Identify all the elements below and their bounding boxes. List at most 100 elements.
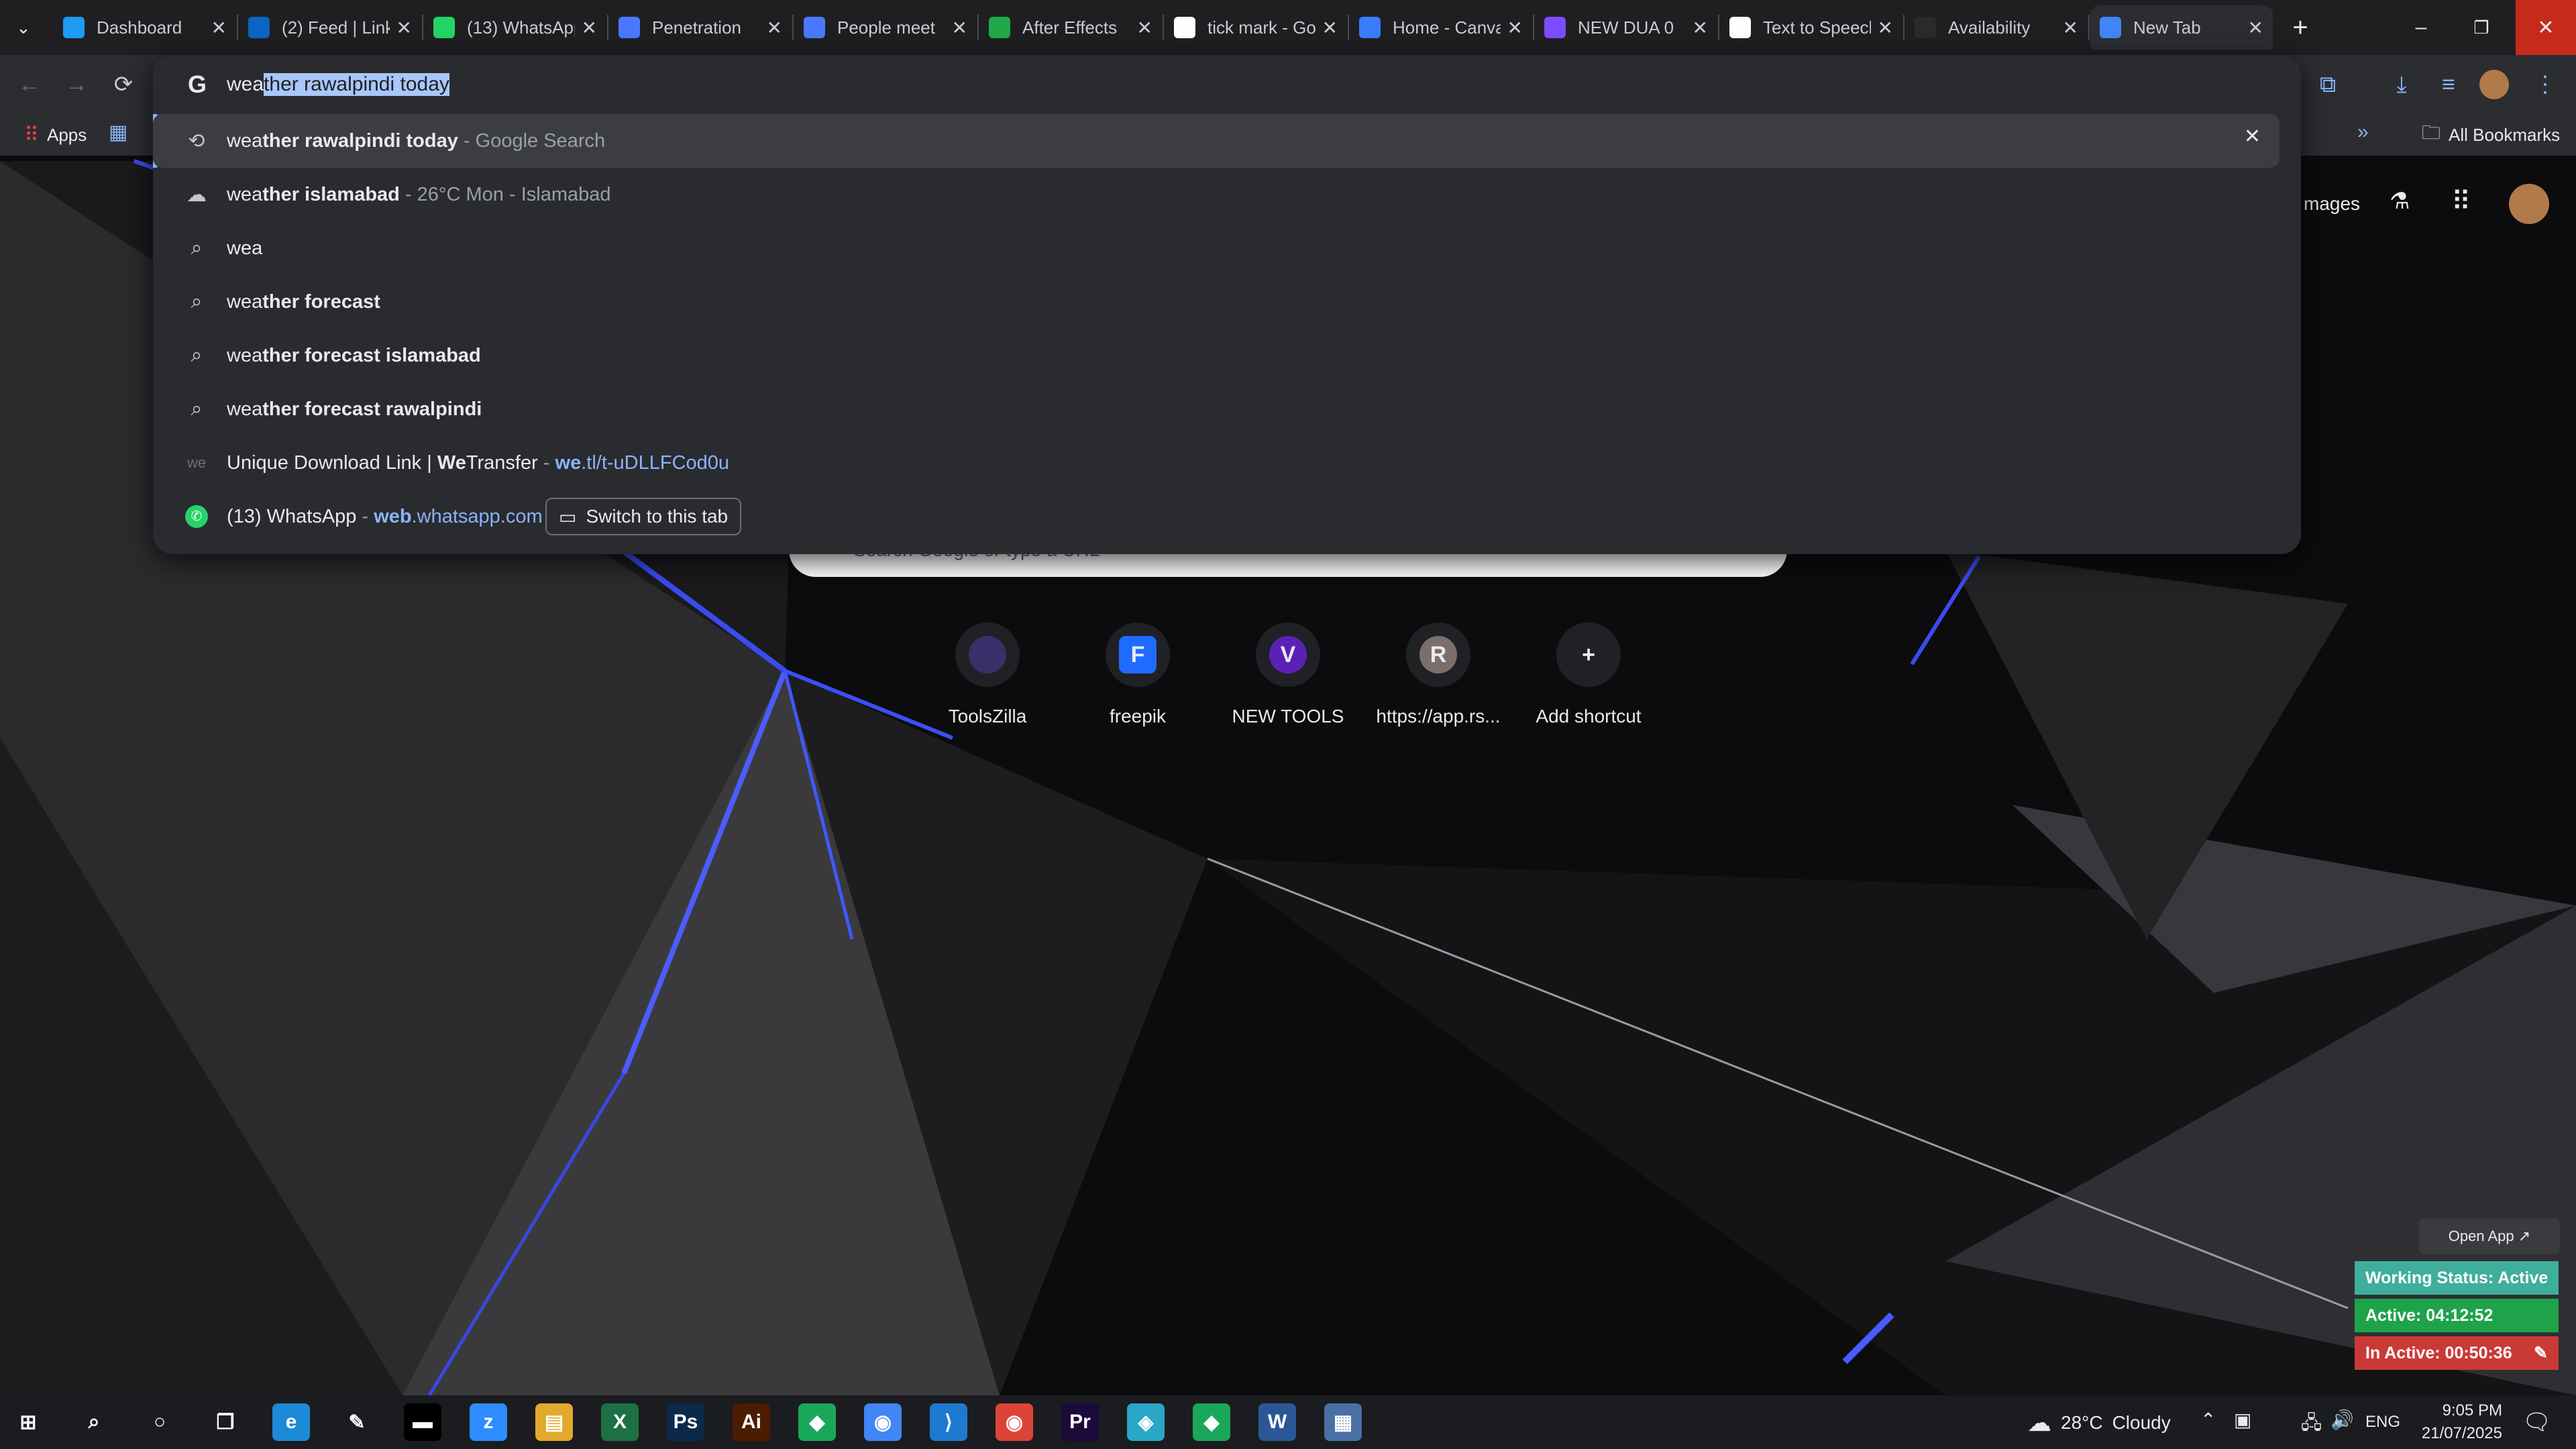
- shortcut-4[interactable]: + Add shortcut: [1521, 623, 1656, 727]
- forms-icon: [804, 17, 825, 38]
- pen-icon[interactable]: ✎: [338, 1403, 376, 1441]
- close-tab-icon[interactable]: ✕: [952, 17, 967, 39]
- search-icon[interactable]: ⌕: [75, 1403, 113, 1441]
- volume-icon[interactable]: 🔊: [2330, 1409, 2354, 1431]
- edge-icon[interactable]: e: [272, 1403, 310, 1441]
- close-window-button[interactable]: ✕: [2516, 0, 2576, 55]
- shortcut-2[interactable]: V NEW TOOLS: [1221, 623, 1355, 727]
- terminal-icon[interactable]: ▬: [404, 1403, 441, 1441]
- word-icon[interactable]: W: [1258, 1403, 1296, 1441]
- tab-6[interactable]: tick mark - Google ✕: [1165, 5, 1347, 50]
- close-tab-icon[interactable]: ✕: [582, 17, 597, 39]
- tab-1[interactable]: (2) Feed | LinkedIn ✕: [239, 5, 421, 50]
- close-tab-icon[interactable]: ✕: [2063, 17, 2078, 39]
- illustrator-icon[interactable]: Ai: [733, 1403, 770, 1441]
- tab-10[interactable]: Availability ✕: [1905, 5, 2088, 50]
- cortana-icon[interactable]: ○: [141, 1403, 178, 1441]
- vscode-icon[interactable]: ⟩: [930, 1403, 967, 1441]
- shortcut-0[interactable]: ToolsZilla: [920, 623, 1055, 727]
- close-tab-icon[interactable]: ✕: [1693, 17, 1708, 39]
- tab-3[interactable]: Penetration ✕: [609, 5, 792, 50]
- suggestion-whatsapp[interactable]: ✆ (13) WhatsApp - web.whatsapp.com: [153, 490, 2301, 543]
- tab-11[interactable]: New Tab ✕: [2090, 5, 2273, 50]
- reading-list-icon[interactable]: ≡: [2432, 68, 2465, 101]
- tab-title: Text to Speech: [1763, 17, 1871, 38]
- restore-button[interactable]: ❐: [2451, 0, 2512, 55]
- new-tab-button[interactable]: +: [2270, 0, 2330, 55]
- extensions-icon[interactable]: ⧉: [2312, 68, 2344, 101]
- filmora2-icon[interactable]: ◆: [1193, 1403, 1230, 1441]
- clock[interactable]: 9:05 PM 21/07/2025: [2415, 1399, 2502, 1445]
- calculator-icon[interactable]: ▦: [1324, 1403, 1362, 1441]
- close-tab-icon[interactable]: ✕: [2248, 17, 2263, 39]
- close-tab-icon[interactable]: ✕: [1507, 17, 1523, 39]
- downloads-icon[interactable]: ⤓: [2385, 68, 2418, 101]
- close-tab-icon[interactable]: ✕: [1137, 17, 1152, 39]
- edit-icon[interactable]: ✎: [2534, 1343, 2548, 1363]
- all-bookmarks[interactable]: 🗀 All Bookmarks: [2422, 121, 2560, 149]
- forward-button[interactable]: →: [60, 68, 93, 101]
- omnibox-text[interactable]: wea ther rawalpindi today: [227, 70, 449, 99]
- suggestion-0[interactable]: ⟲ weather rawalpindi today - Google Searc…: [153, 114, 2279, 168]
- tab-8[interactable]: NEW DUA 0 ✕: [1535, 5, 1717, 50]
- suggestion-1[interactable]: ☁ weather islamabad - 26°C Mon - Islamaba…: [153, 168, 2301, 221]
- bookmarks-overflow-icon[interactable]: »: [2357, 121, 2369, 144]
- suggestion-4[interactable]: ⌕ weather forecast islamabad: [153, 329, 2301, 382]
- tab-5[interactable]: After Effects ✕: [979, 5, 1162, 50]
- app-icon[interactable]: ◈: [1127, 1403, 1165, 1441]
- minimize-button[interactable]: –: [2391, 0, 2451, 55]
- show-hidden-icons[interactable]: ⌃: [2200, 1409, 2216, 1431]
- images-link[interactable]: mages: [2304, 193, 2360, 215]
- windows-start-icon[interactable]: ⊞: [9, 1403, 47, 1441]
- zoom-icon[interactable]: z: [470, 1403, 507, 1441]
- filmora-icon[interactable]: ◆: [798, 1403, 836, 1441]
- photoshop-icon[interactable]: Ps: [667, 1403, 704, 1441]
- weather-widget[interactable]: ☁ 28°C Cloudy: [2027, 1409, 2171, 1437]
- close-tab-icon[interactable]: ✕: [211, 17, 227, 39]
- google-apps-icon[interactable]: ⠿: [2451, 186, 2471, 217]
- tab-groups-icon[interactable]: ▦: [109, 121, 127, 144]
- suggestion-3[interactable]: ⌕ weather forecast: [153, 275, 2301, 329]
- chrome-icon[interactable]: ◉: [864, 1403, 902, 1441]
- chrome-active-icon[interactable]: ◉: [996, 1403, 1033, 1441]
- meet-icon[interactable]: ▣: [2234, 1409, 2251, 1431]
- suggestion-wetransfer[interactable]: we Unique Download Link | WeTransfer - w…: [153, 436, 2301, 490]
- premiere-icon[interactable]: Pr: [1061, 1403, 1099, 1441]
- tab-4[interactable]: People meet ✕: [794, 5, 977, 50]
- omnibox-input[interactable]: G wea ther rawalpindi today: [153, 55, 2301, 114]
- tab-2[interactable]: (13) WhatsApp ✕: [424, 5, 606, 50]
- tab-9[interactable]: Text to Speech ✕: [1720, 5, 1902, 50]
- shortcut-1[interactable]: Ffreepik: [1071, 623, 1205, 727]
- excel-icon[interactable]: X: [601, 1403, 639, 1441]
- close-tab-icon[interactable]: ✕: [767, 17, 782, 39]
- close-tab-icon[interactable]: ✕: [1878, 17, 1893, 39]
- shortcut-3[interactable]: Rhttps://app.rs...: [1371, 623, 1505, 727]
- shortcut-label: Add shortcut: [1536, 706, 1642, 727]
- circle-icon: [1915, 17, 1936, 38]
- close-tab-icon[interactable]: ✕: [396, 17, 412, 39]
- file-explorer-icon[interactable]: ▤: [535, 1403, 573, 1441]
- network-icon[interactable]: 🖧: [2301, 1409, 2322, 1441]
- tab-0[interactable]: Dashboard ✕: [54, 5, 236, 50]
- open-app-button[interactable]: Open App ↗: [2419, 1218, 2560, 1254]
- tab-search-menu[interactable]: ⌄: [7, 5, 47, 50]
- language-indicator[interactable]: ENG: [2365, 1413, 2400, 1432]
- shortcut-icon: +: [1556, 623, 1621, 687]
- suggestion-2[interactable]: ⌕ wea: [153, 221, 2301, 275]
- switch-to-tab-button[interactable]: ▭ Switch to this tab: [545, 498, 742, 535]
- remove-suggestion-icon[interactable]: ✕: [2244, 125, 2261, 148]
- menu-icon[interactable]: ⋮: [2529, 68, 2561, 101]
- canva-icon: [1359, 17, 1381, 38]
- back-button[interactable]: ←: [13, 68, 46, 101]
- suggestion-5[interactable]: ⌕ weather forecast rawalpindi: [153, 382, 2301, 436]
- apps-bookmark[interactable]: ⠿ Apps: [24, 121, 87, 149]
- account-avatar[interactable]: [2509, 184, 2549, 224]
- tab-7[interactable]: Home - Canva ✕: [1350, 5, 1532, 50]
- notification-icon[interactable]: 🗨: [2522, 1409, 2551, 1436]
- labs-flask-icon[interactable]: ⚗: [2390, 188, 2410, 215]
- task-view-icon[interactable]: ❐: [207, 1403, 244, 1441]
- google-icon: [1174, 17, 1195, 38]
- profile-avatar[interactable]: [2479, 70, 2509, 99]
- close-tab-icon[interactable]: ✕: [1322, 17, 1338, 39]
- reload-button[interactable]: ⟳: [107, 68, 140, 101]
